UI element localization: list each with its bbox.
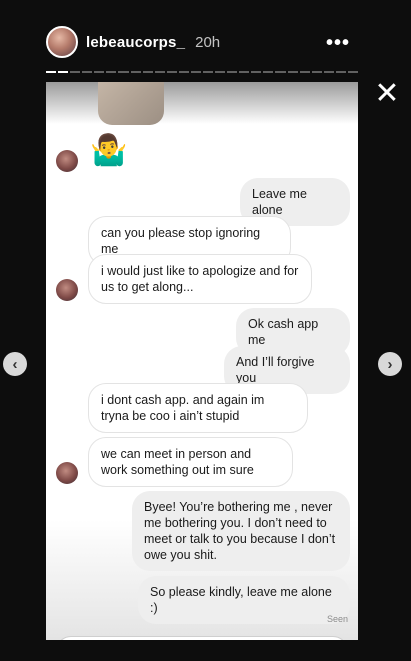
progress-segment xyxy=(154,71,165,73)
message-bubble: we can meet in person and work something… xyxy=(88,437,293,487)
message-bubble: i dont cash app. and again im tryna be c… xyxy=(88,383,308,433)
progress-segment xyxy=(239,71,250,73)
seen-label: Seen xyxy=(326,614,348,624)
story-image: 🤷‍♂️ Leave me alone can you please stop … xyxy=(46,82,358,640)
progress-segment xyxy=(203,71,214,73)
sender-avatar xyxy=(56,150,78,172)
more-options-icon[interactable]: ••• xyxy=(326,32,350,55)
progress-segment xyxy=(106,71,117,73)
progress-segment xyxy=(311,71,322,73)
progress-segment xyxy=(46,71,57,73)
message-bubble: i would just like to apologize and for u… xyxy=(88,254,312,304)
avatar[interactable] xyxy=(46,26,78,58)
previous-story-button[interactable]: ‹ xyxy=(3,352,27,376)
message-bubble: So please kindly, leave me alone :) xyxy=(138,576,350,624)
progress-segment xyxy=(227,71,238,73)
progress-segment xyxy=(118,71,129,73)
progress-segment xyxy=(166,71,177,73)
progress-segment xyxy=(263,71,274,73)
username[interactable]: lebeaucorps_ xyxy=(86,34,185,51)
sender-avatar xyxy=(56,279,78,301)
progress-segment xyxy=(58,71,69,73)
story-progress-bar xyxy=(46,71,359,73)
progress-segment xyxy=(70,71,81,73)
progress-segment xyxy=(335,71,346,73)
message-bubble: Byee! You’re bothering me , never me bot… xyxy=(132,491,350,571)
photo-message xyxy=(98,82,164,125)
message-input xyxy=(56,636,348,640)
progress-segment xyxy=(299,71,310,73)
progress-segment xyxy=(251,71,262,73)
progress-segment xyxy=(347,71,359,73)
progress-segment xyxy=(275,71,286,73)
close-icon[interactable]: ✕ xyxy=(373,79,401,109)
progress-segment xyxy=(130,71,141,73)
timestamp: 20h xyxy=(195,33,221,51)
progress-segment xyxy=(215,71,226,73)
progress-segment xyxy=(142,71,153,73)
shrug-emoji: 🤷‍♂️ xyxy=(90,133,128,168)
progress-segment xyxy=(190,71,202,73)
progress-segment xyxy=(323,71,334,73)
chevron-left-icon: ‹ xyxy=(12,355,18,373)
progress-segment xyxy=(287,71,298,73)
sender-avatar xyxy=(56,462,78,484)
next-story-button[interactable]: › xyxy=(378,352,402,376)
progress-segment xyxy=(94,71,105,73)
top-shade xyxy=(46,82,358,124)
progress-segment xyxy=(178,71,189,73)
chevron-right-icon: › xyxy=(387,355,393,373)
progress-segment xyxy=(82,71,93,73)
story-header: lebeaucorps_ 20h ••• xyxy=(46,26,366,58)
